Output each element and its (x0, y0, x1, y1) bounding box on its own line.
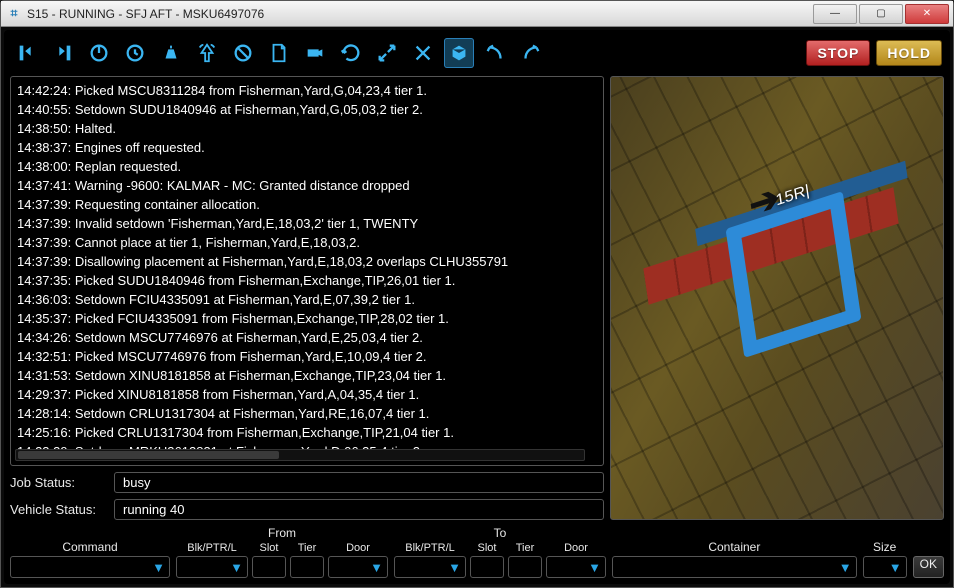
to-label: To (494, 526, 507, 540)
log-line: 14:32:51: Picked MSCU7746976 from Fisher… (17, 347, 597, 366)
job-status-value: busy (114, 472, 604, 493)
from-slot-select[interactable] (252, 556, 286, 578)
log-line: 14:42:24: Picked MSCU8311284 from Fisher… (17, 81, 597, 100)
minimize-button[interactable]: — (813, 4, 857, 24)
event-log[interactable]: 14:42:24: Picked MSCU8311284 from Fisher… (10, 76, 604, 466)
dock-right-icon[interactable] (48, 38, 78, 68)
main-row: 14:42:24: Picked MSCU8311284 from Fisher… (10, 76, 944, 520)
log-line: 14:37:39: Cannot place at tier 1, Fisher… (17, 233, 597, 252)
antenna-icon[interactable] (192, 38, 222, 68)
log-line: 14:37:39: Disallowing placement at Fishe… (17, 252, 597, 271)
log-line: 14:28:14: Setdown CRLU1317304 at Fisherm… (17, 404, 597, 423)
size-label: Size (873, 540, 896, 554)
to-blk-label: Blk/PTR/L (394, 542, 466, 554)
log-line: 14:38:50: Halted. (17, 119, 597, 138)
yard-3d-view[interactable]: ➔ 15R| (610, 76, 944, 520)
size-select[interactable]: ▼ (863, 556, 907, 578)
stop-button[interactable]: STOP (806, 40, 870, 66)
log-line: 14:34:26: Setdown MSCU7746976 at Fisherm… (17, 328, 597, 347)
log-line: 14:29:37: Picked XINU8181858 from Fisher… (17, 385, 597, 404)
log-line: 14:38:37: Engines off requested. (17, 138, 597, 157)
tools-icon[interactable] (408, 38, 438, 68)
status-pane: Job Status: busy Vehicle Status: running… (10, 466, 604, 520)
action-buttons: STOP HOLD (806, 40, 942, 66)
to-slot-label: Slot (470, 542, 504, 554)
command-bar: Command ▼ From Blk/PTR/L Slot Tier Door … (10, 526, 944, 578)
log-line: 14:40:55: Setdown SUDU1840946 at Fisherm… (17, 100, 597, 119)
toolbar: STOP HOLD (10, 36, 944, 70)
command-label: Command (62, 540, 117, 554)
block-icon[interactable] (228, 38, 258, 68)
camera-icon[interactable] (300, 38, 330, 68)
app-body: STOP HOLD 14:42:24: Picked MSCU8311284 f… (4, 30, 950, 584)
crane-graphic: ➔ 15R| (710, 177, 877, 372)
to-tier-label: Tier (508, 542, 542, 554)
window-buttons: — ▢ ✕ (811, 2, 951, 26)
document-icon[interactable] (264, 38, 294, 68)
from-tier-select[interactable] (290, 556, 324, 578)
from-label: From (268, 526, 296, 540)
from-blk-select[interactable]: ▼ (176, 556, 248, 578)
from-door-select[interactable]: ▼ (328, 556, 388, 578)
from-blk-label: Blk/PTR/L (176, 542, 248, 554)
power-off-icon[interactable] (84, 38, 114, 68)
log-line: 14:37:39: Requesting container allocatio… (17, 195, 597, 214)
titlebar[interactable]: ⌗ S15 - RUNNING - SFJ AFT - MSKU6497076 … (1, 1, 953, 27)
log-line: 14:35:37: Picked FCIU4335091 from Fisher… (17, 309, 597, 328)
expand-icon[interactable] (372, 38, 402, 68)
from-door-label: Door (328, 542, 388, 554)
container-select[interactable]: ▼ (612, 556, 857, 578)
hold-button[interactable]: HOLD (876, 40, 942, 66)
log-line: 14:37:35: Picked SUDU1840946 from Fisher… (17, 271, 597, 290)
log-h-scrollbar[interactable] (15, 449, 585, 461)
log-line: 14:36:03: Setdown FCIU4335091 at Fisherm… (17, 290, 597, 309)
from-slot-label: Slot (252, 542, 286, 554)
refresh-icon[interactable] (336, 38, 366, 68)
to-slot-select[interactable] (470, 556, 504, 578)
container-label: Container (708, 540, 760, 554)
curve-left-icon[interactable] (480, 38, 510, 68)
light-icon[interactable] (156, 38, 186, 68)
to-blk-select[interactable]: ▼ (394, 556, 466, 578)
log-line: 14:25:16: Picked CRLU1317304 from Fisher… (17, 423, 597, 442)
vehicle-status-value: running 40 (114, 499, 604, 520)
to-tier-select[interactable] (508, 556, 542, 578)
command-select[interactable]: ▼ (10, 556, 170, 578)
app-icon: ⌗ (7, 7, 21, 21)
maximize-button[interactable]: ▢ (859, 4, 903, 24)
log-line: 14:38:00: Replan requested. (17, 157, 597, 176)
app-window: ⌗ S15 - RUNNING - SFJ AFT - MSKU6497076 … (0, 0, 954, 588)
log-column: 14:42:24: Picked MSCU8311284 from Fisher… (10, 76, 604, 520)
power-on-icon[interactable] (120, 38, 150, 68)
vehicle-status-label: Vehicle Status: (10, 502, 106, 517)
curve-right-icon[interactable] (516, 38, 546, 68)
from-tier-label: Tier (290, 542, 324, 554)
log-line: 14:37:41: Warning -9600: KALMAR - MC: Gr… (17, 176, 597, 195)
log-line: 14:31:53: Setdown XINU8181858 at Fisherm… (17, 366, 597, 385)
window-title: S15 - RUNNING - SFJ AFT - MSKU6497076 (27, 7, 811, 21)
log-line: 14:37:39: Invalid setdown 'Fisherman,Yar… (17, 214, 597, 233)
job-status-label: Job Status: (10, 475, 106, 490)
ok-button[interactable]: OK (913, 556, 944, 578)
close-button[interactable]: ✕ (905, 4, 949, 24)
to-door-select[interactable]: ▼ (546, 556, 606, 578)
to-door-label: Door (546, 542, 606, 554)
cube-icon[interactable] (444, 38, 474, 68)
dock-left-icon[interactable] (12, 38, 42, 68)
